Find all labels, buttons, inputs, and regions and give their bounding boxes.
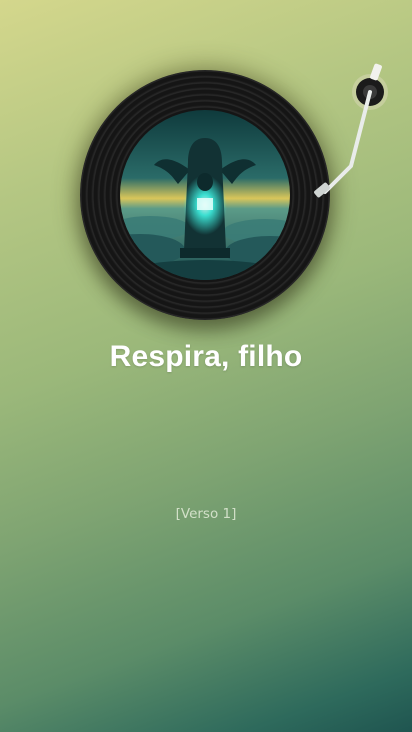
album-cover-art — [120, 110, 290, 280]
current-lyric-line: [Verso 1] — [175, 506, 237, 522]
music-player-screen: Respira, filho [Verso 1] — [0, 0, 412, 732]
tonearm-icon[interactable] — [305, 60, 400, 210]
song-title: Respira, filho — [109, 340, 303, 373]
vinyl-record[interactable] — [80, 70, 330, 320]
